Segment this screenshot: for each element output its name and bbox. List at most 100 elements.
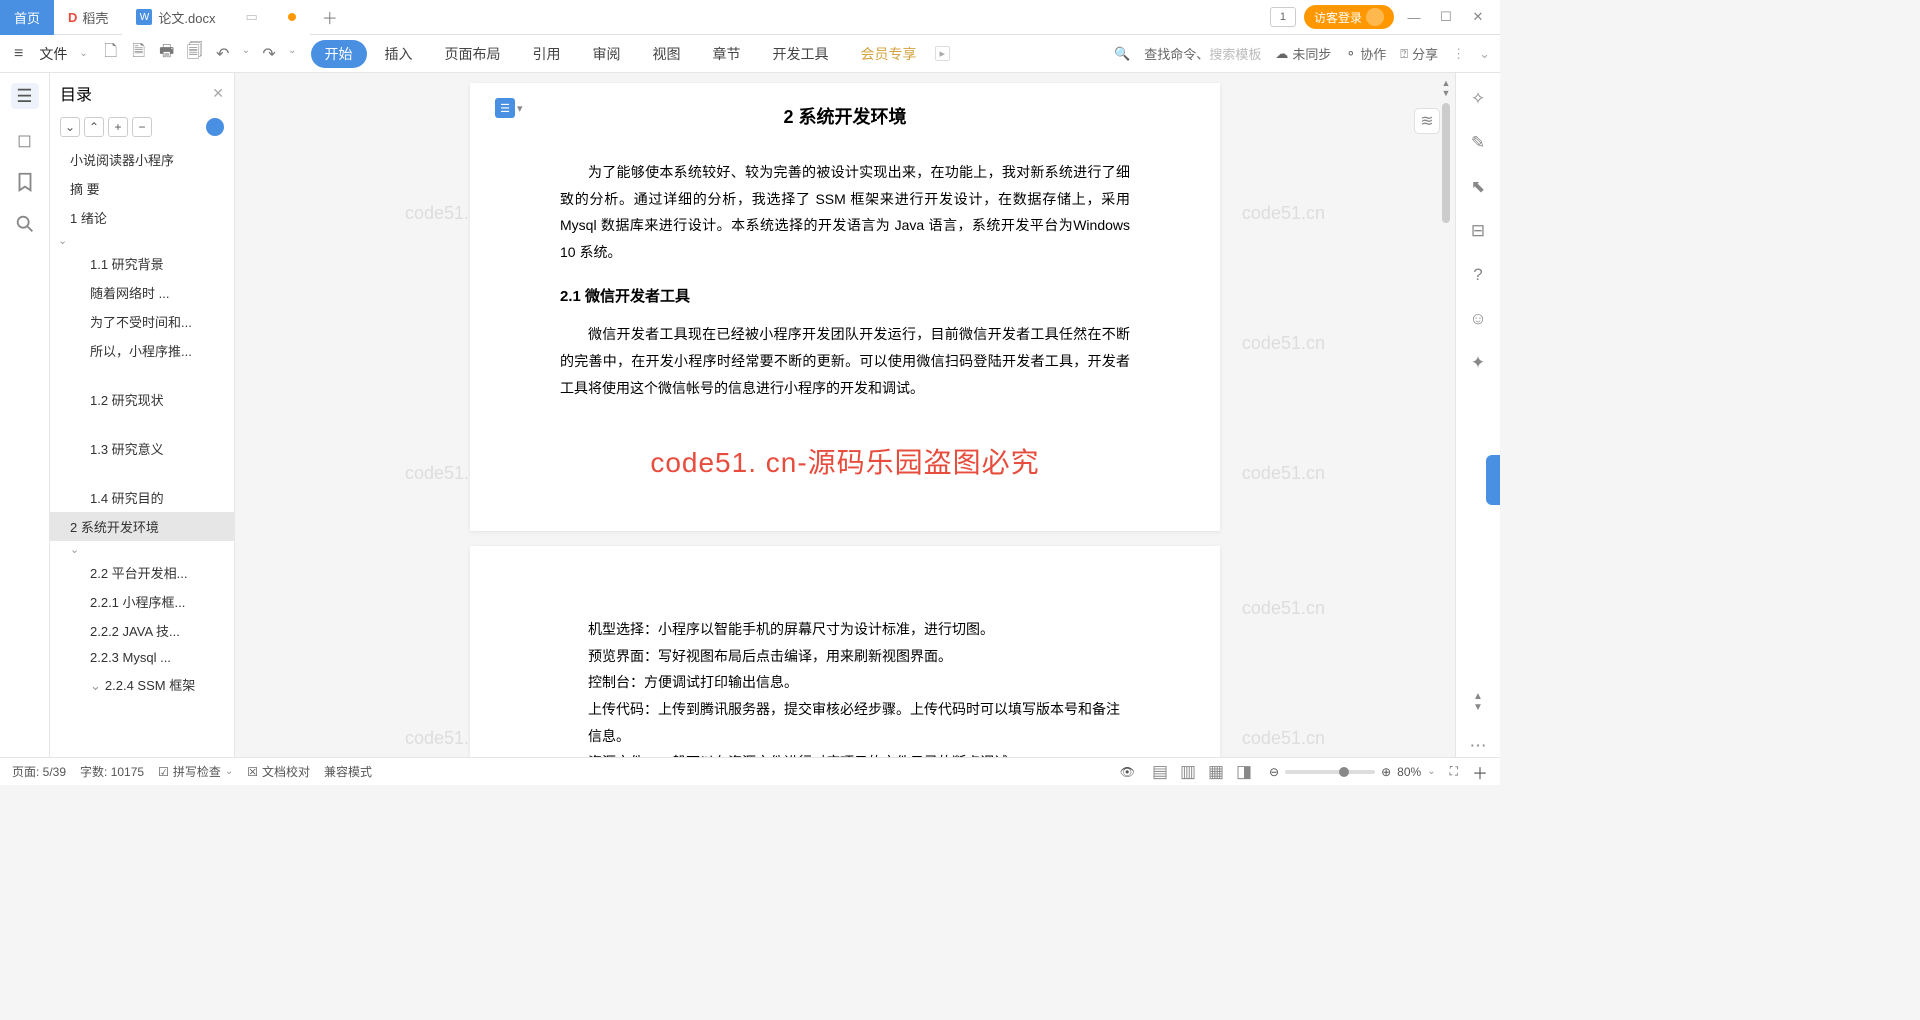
outline-item[interactable]: 1.3 研究意义	[50, 434, 234, 463]
compat-mode[interactable]: 兼容模式	[324, 763, 372, 780]
eye-icon[interactable]: 👁	[1120, 765, 1135, 779]
zoom-slider[interactable]	[1285, 770, 1375, 774]
outline-item[interactable]: 1.2 研究现状	[50, 385, 234, 414]
outline-collapse-icon[interactable]: ⌄	[60, 117, 80, 137]
save-icon[interactable]: 🗋	[102, 45, 120, 63]
menu-vip[interactable]: 会员专享	[847, 40, 931, 68]
window-mode-button[interactable]: 1	[1270, 7, 1296, 27]
share-button[interactable]: ⍰分享	[1400, 44, 1438, 63]
redo-dropdown-icon[interactable]: ⌄	[288, 45, 296, 63]
outline-item[interactable]: 所以，小程序推...	[50, 336, 234, 365]
outline-item[interactable]: 2.2.1 小程序框...	[50, 587, 234, 616]
save-as-icon[interactable]: 🗎	[130, 45, 148, 63]
menu-start[interactable]: 开始	[311, 40, 367, 68]
outline-settings-icon[interactable]	[206, 118, 224, 136]
menu-insert[interactable]: 插入	[371, 40, 427, 68]
word-count[interactable]: 字数: 10175	[80, 763, 144, 780]
side-tab-button[interactable]	[1486, 455, 1500, 505]
redo-icon[interactable]: ↷	[260, 45, 278, 63]
chevron-down-icon[interactable]: ⌄	[50, 232, 234, 249]
clipboard-rail-icon[interactable]: ◻	[14, 129, 36, 151]
outline-item[interactable]: 1.1 研究背景	[50, 249, 234, 278]
menu-pagelayout[interactable]: 页面布局	[431, 40, 515, 68]
view-mode-1-icon[interactable]: ▤	[1149, 761, 1171, 783]
chevron-down-icon[interactable]: ⌄	[50, 541, 234, 558]
spell-check[interactable]: ☑拼写检查 ⌄	[158, 763, 233, 780]
view-mode-3-icon[interactable]: ▦	[1205, 761, 1227, 783]
add-button[interactable]: ＋	[1472, 760, 1488, 784]
panel-toggle-button[interactable]: ≋	[1414, 108, 1440, 134]
rocket-icon[interactable]: ✧	[1467, 88, 1489, 110]
help-icon[interactable]: ?	[1467, 264, 1489, 286]
view-mode-4-icon[interactable]: ◨	[1233, 761, 1255, 783]
outline-expand-icon[interactable]: ⌃	[84, 117, 104, 137]
login-button[interactable]: 访客登录	[1304, 5, 1394, 29]
tab-document[interactable]: W 论文.docx ▭	[122, 0, 309, 35]
pencil-icon[interactable]: ✎	[1467, 132, 1489, 154]
outline-remove-icon[interactable]: −	[132, 117, 152, 137]
search-commands-hint[interactable]: 查找命令、搜索模板	[1144, 44, 1261, 63]
cursor-icon[interactable]: ⬉	[1467, 176, 1489, 198]
outline-item[interactable]: 2.2.2 JAVA 技...	[50, 616, 234, 645]
kebab-icon[interactable]: ⋮	[1452, 46, 1465, 62]
collapse-ribbon-icon[interactable]: ⌄	[1479, 46, 1490, 62]
outline-item[interactable]: 小说阅读器小程序	[50, 145, 234, 174]
outline-add-icon[interactable]: +	[108, 117, 128, 137]
zoom-in-button[interactable]: ⊕	[1381, 765, 1391, 779]
menu-devtools[interactable]: 开发工具	[759, 40, 843, 68]
outline-item[interactable]: 2.2 平台开发相...	[50, 558, 234, 587]
bookmark-rail-icon[interactable]	[14, 171, 36, 193]
paragraph: 为了能够使本系统较好、较为完善的被设计实现出来，在功能上，我对新系统进行了细致的…	[560, 159, 1130, 265]
menu-view[interactable]: 视图	[639, 40, 695, 68]
vertical-scrollbar[interactable]: ▲▼	[1440, 78, 1452, 755]
scrollbar-thumb[interactable]	[1442, 103, 1450, 223]
page-count[interactable]: 页面: 5/39	[12, 763, 66, 780]
hamburger-icon[interactable]: ≡	[10, 45, 27, 63]
outline-item[interactable]: 2.2.3 Mysql ...	[50, 645, 234, 670]
sync-status[interactable]: ☁未同步	[1275, 44, 1331, 63]
undo-icon[interactable]: ↶	[214, 45, 232, 63]
star-icon[interactable]: ✦	[1467, 352, 1489, 374]
outline-close-icon[interactable]: ✕	[212, 85, 224, 102]
outline-item-selected[interactable]: 2 系统开发环境	[50, 512, 234, 541]
maximize-button[interactable]: ☐	[1434, 5, 1458, 29]
emoji-icon[interactable]: ☺	[1467, 308, 1489, 330]
outline-item[interactable]: 随着网络时 ...	[50, 278, 234, 307]
file-dropdown-icon[interactable]: ⌄	[79, 48, 87, 59]
menu-reference[interactable]: 引用	[519, 40, 575, 68]
outline-item[interactable]: 为了不受时间和...	[50, 307, 234, 336]
outline-item[interactable]: 摘 要	[50, 174, 234, 203]
undo-dropdown-icon[interactable]: ⌄	[242, 45, 250, 63]
preview-icon[interactable]: 🗐	[186, 45, 204, 63]
outline-rail-icon[interactable]: ☰	[11, 83, 39, 109]
outline-item[interactable]: ⌄2.2.4 SSM 框架	[50, 670, 234, 699]
quick-access-toolbar: 🗋 🗎 🖶 🗐 ↶ ⌄ ↷ ⌄	[92, 45, 307, 63]
scroll-up-icon[interactable]: ▲▼	[1467, 691, 1489, 713]
outline-item[interactable]: 1.4 研究目的	[50, 483, 234, 512]
close-button[interactable]: ✕	[1466, 5, 1490, 29]
menu-review[interactable]: 审阅	[579, 40, 635, 68]
watermark-gray: code51.cn	[1242, 463, 1325, 484]
minimize-button[interactable]: —	[1402, 5, 1426, 29]
fullscreen-icon[interactable]: ⛶	[1450, 764, 1458, 779]
desc-line: 上传代码：上传到腾讯服务器，提交审核必经步骤。上传代码时可以填写版本号和备注信息…	[588, 696, 1130, 749]
add-tab-button[interactable]: ＋	[310, 5, 350, 29]
search-icon[interactable]: 🔍	[1114, 46, 1130, 62]
tab-home[interactable]: 首页	[0, 0, 54, 35]
settings-slider-icon[interactable]: ⊟	[1467, 220, 1489, 242]
view-mode-2-icon[interactable]: ▥	[1177, 761, 1199, 783]
section-settings-button[interactable]: ☰▾	[495, 98, 523, 118]
outline-item[interactable]: 1 绪论	[50, 203, 234, 232]
search-rail-icon[interactable]	[14, 213, 36, 235]
menu-overflow-icon[interactable]: ▸	[935, 46, 951, 61]
zoom-level[interactable]: 80%	[1397, 765, 1421, 779]
document-area[interactable]: ≋ code51.cn code51.cn code51.cn code51.c…	[235, 73, 1455, 757]
collab-button[interactable]: ⚬协作	[1345, 44, 1386, 63]
file-menu[interactable]: 文件	[31, 44, 75, 64]
more-icon[interactable]: ⋯	[1467, 735, 1489, 757]
zoom-out-button[interactable]: ⊖	[1269, 765, 1279, 779]
tab-daoke[interactable]: D 稻壳	[54, 0, 122, 35]
print-icon[interactable]: 🖶	[158, 45, 176, 63]
document-proof[interactable]: ☒文档校对	[247, 763, 310, 780]
menu-chapter[interactable]: 章节	[699, 40, 755, 68]
